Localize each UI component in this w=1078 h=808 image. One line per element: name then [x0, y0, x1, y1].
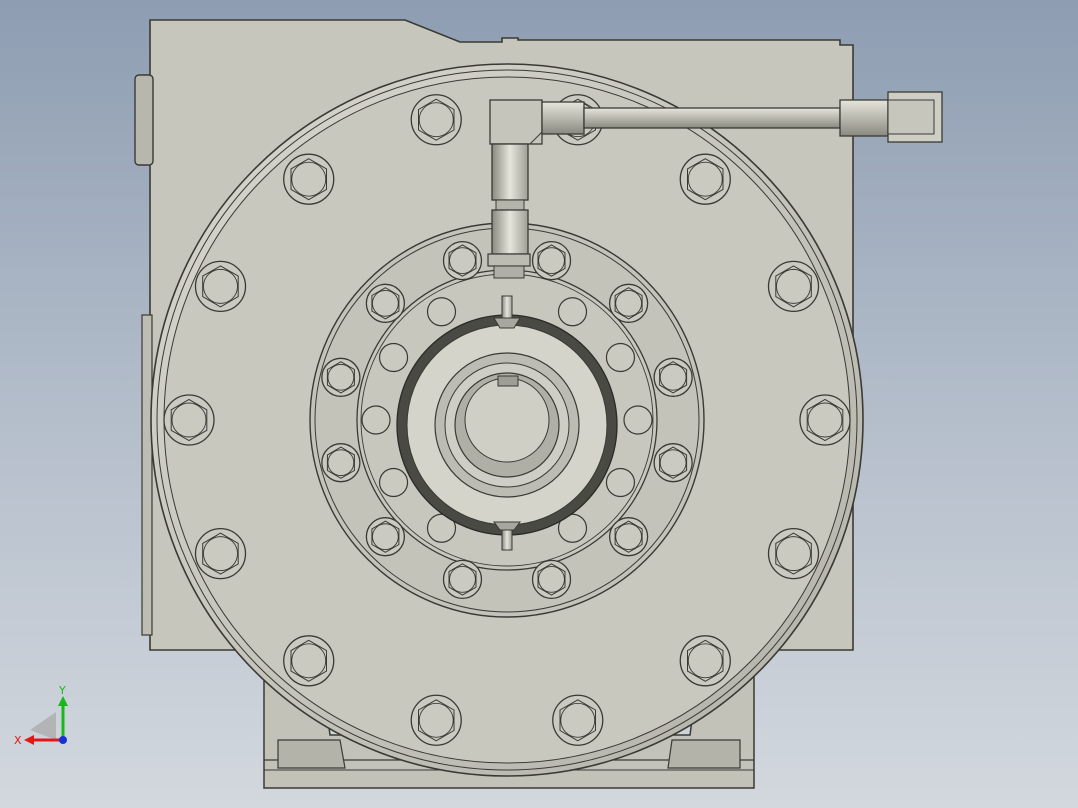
- flange-bolt: [679, 635, 731, 687]
- z-axis-dot: [59, 736, 67, 744]
- inner-hole: [378, 467, 409, 498]
- inner-bolt: [365, 517, 406, 557]
- output-bore: [396, 314, 618, 536]
- gearbox-model[interactable]: [0, 0, 1078, 808]
- inner-bolt: [653, 443, 693, 483]
- flange-bolt: [410, 694, 462, 746]
- inner-hole: [378, 342, 409, 373]
- hex-nut: [487, 253, 531, 267]
- inner-hole: [361, 405, 391, 435]
- inner-bolt: [442, 559, 483, 600]
- inner-bolt: [365, 283, 406, 323]
- flange-bolt: [767, 260, 820, 313]
- flange-bolt: [194, 260, 247, 313]
- flange-bolt: [799, 394, 851, 446]
- inner-bolt: [442, 240, 483, 281]
- y-axis-label: Y: [58, 684, 66, 697]
- flange-bolt: [767, 527, 820, 580]
- inner-bolt: [321, 443, 361, 483]
- flange-bolt: [194, 527, 247, 580]
- inner-hole: [426, 297, 457, 327]
- inner-hole: [605, 467, 636, 498]
- horizontal-pipe: [583, 107, 841, 129]
- inner-hole: [557, 297, 588, 327]
- keyway: [497, 375, 519, 387]
- left-rib: [141, 314, 153, 636]
- flange-bolt: [410, 94, 462, 146]
- flange-bolt: [283, 635, 335, 687]
- flange-bolt: [283, 153, 335, 205]
- inner-bolt: [653, 357, 693, 397]
- inner-bolt: [531, 240, 572, 281]
- inner-bolt: [608, 283, 649, 323]
- inner-hole: [605, 342, 636, 373]
- inner-bolt: [531, 559, 572, 600]
- inner-bolt: [608, 517, 649, 557]
- elbow-fitting: [489, 99, 543, 145]
- flange-bolt: [163, 394, 215, 446]
- inner-bolt: [321, 357, 361, 397]
- cad-viewport[interactable]: Y X: [0, 0, 1078, 808]
- inner-hole: [623, 405, 653, 435]
- x-axis-label: X: [14, 734, 22, 747]
- flange-bolt: [552, 694, 604, 746]
- left-boss: [134, 74, 154, 166]
- orientation-triad[interactable]: Y X: [8, 684, 78, 754]
- flange-bolt: [679, 153, 731, 205]
- vertical-pipe: [491, 143, 529, 201]
- x-axis-arrowhead: [24, 735, 34, 745]
- y-axis-arrowhead: [58, 696, 68, 706]
